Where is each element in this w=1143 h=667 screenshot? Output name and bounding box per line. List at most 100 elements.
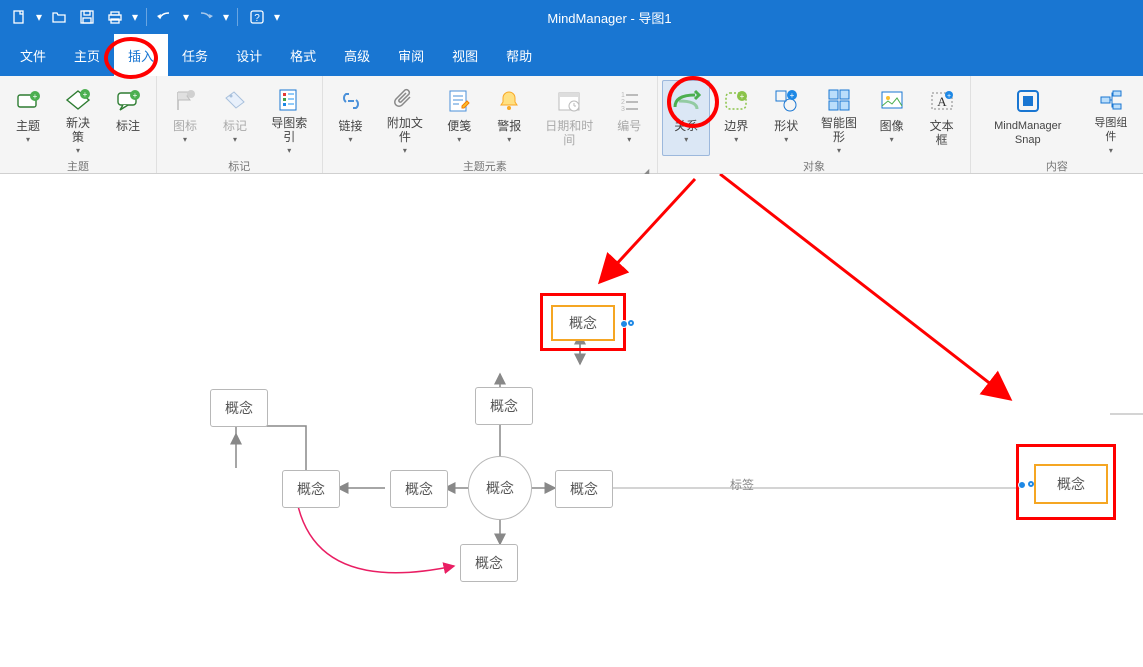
chevron-down-icon: ▾ [183,135,187,144]
mapparts-label: 导图组件 [1090,116,1132,144]
concept-node[interactable]: 概念 [555,470,613,508]
smartshape-button[interactable]: 智能图形 ▾ [812,80,865,156]
mapindex-icon [273,85,305,114]
chevron-down-icon: ▾ [26,135,30,144]
number-label: 编号 [617,119,641,133]
window-title: MindManager - 导图1 [282,8,937,27]
tab-file[interactable]: 文件 [6,34,60,76]
textbox-button[interactable]: A+ 文本框 [918,80,966,156]
smartshape-label: 智能图形 [819,116,858,144]
concept-node[interactable]: 概念 [460,544,518,582]
relation-button[interactable]: 关系 ▾ [662,80,710,156]
chevron-down-icon: ▾ [1109,146,1113,155]
concept-node[interactable]: 概念 [475,387,533,425]
shape-button[interactable]: + 形状 ▾ [762,80,810,156]
undo-button[interactable] [153,5,179,29]
tab-help[interactable]: 帮助 [492,34,546,76]
topic-label: 主题 [16,119,40,133]
new-file-button[interactable] [6,5,32,29]
selected-concept-node[interactable]: 概念 [1034,464,1108,504]
icon-button[interactable]: 图标 ▾ [161,80,209,156]
svg-text:?: ? [254,13,260,24]
icon-label: 图标 [173,119,197,133]
ribbon-group-mark: 图标 ▾ 标记 ▾ 导图索引 ▾ 标记 [157,76,323,173]
callout-label: 标注 [116,119,140,133]
chevron-down-icon: ▾ [233,135,237,144]
snap-button[interactable]: MindManager Snap [975,80,1081,156]
selected-concept-node[interactable]: 概念 [551,305,615,341]
note-label: 便笺 [447,119,471,133]
callout-button[interactable]: + 标注 [104,80,152,156]
print-button[interactable] [102,5,128,29]
snap-icon [1012,85,1044,117]
chevron-down-icon: ▾ [627,135,631,144]
boundary-button[interactable]: + 边界 ▾ [712,80,760,156]
connection-handle[interactable] [1018,481,1026,489]
concept-node[interactable]: 概念 [282,470,340,508]
numberlist-icon: 123 [613,85,645,117]
paperclip-icon [389,85,421,114]
image-button[interactable]: 图像 ▾ [868,80,916,156]
datetime-button[interactable]: 日期和时间 [535,80,603,156]
shapes-icon: + [770,85,802,117]
textbox-label: 文本框 [925,119,959,147]
chevron-down-icon: ▾ [403,146,407,155]
boundary-icon: + [720,85,752,117]
concept-node[interactable]: 概念 [210,389,268,427]
concept-node[interactable]: 概念 [390,470,448,508]
help-button[interactable]: ? [244,5,270,29]
note-icon [443,85,475,117]
svg-text:1: 1 [621,92,625,99]
chevron-down-icon: ▾ [684,135,688,144]
save-button[interactable] [74,5,100,29]
link-label: 链接 [339,119,363,133]
dropdown-icon[interactable]: ▾ [181,10,191,24]
svg-text:+: + [133,91,138,100]
tag-button[interactable]: 标记 ▾ [211,80,259,156]
chevron-down-icon: ▾ [287,146,291,155]
alert-button[interactable]: 警报 ▾ [485,80,533,156]
tab-format[interactable]: 格式 [276,34,330,76]
link-icon [335,85,367,117]
dropdown-icon[interactable]: ▾ [34,10,44,24]
tab-task[interactable]: 任务 [168,34,222,76]
tab-review[interactable]: 审阅 [384,34,438,76]
dropdown-icon[interactable]: ▾ [221,10,231,24]
mapparts-icon [1095,85,1127,114]
edge-label[interactable]: 标签 [730,476,754,493]
topic-button[interactable]: + 主题 ▾ [4,80,52,156]
note-button[interactable]: 便笺 ▾ [435,80,483,156]
dropdown-icon[interactable]: ▾ [272,10,282,24]
attach-label: 附加文件 [384,116,427,144]
mapparts-button[interactable]: 导图组件 ▾ [1083,80,1139,156]
tab-home[interactable]: 主页 [60,34,114,76]
open-button[interactable] [46,5,72,29]
central-concept-node[interactable]: 概念 [468,456,532,520]
svg-text:+: + [33,92,38,101]
snap-label: MindManager Snap [982,119,1074,147]
image-icon [876,85,908,117]
tab-view[interactable]: 视图 [438,34,492,76]
connection-handle[interactable] [1028,481,1034,487]
mapindex-button[interactable]: 导图索引 ▾ [261,80,318,156]
link-button[interactable]: 链接 ▾ [327,80,375,156]
svg-text:+: + [790,91,795,100]
svg-text:3: 3 [621,106,625,113]
newdecision-button[interactable]: + 新决策 ▾ [54,80,102,156]
chevron-down-icon: ▾ [784,135,788,144]
connection-handle[interactable] [628,320,634,326]
chevron-down-icon: ▾ [890,135,894,144]
connection-handle[interactable] [620,320,628,328]
dropdown-icon[interactable]: ▾ [130,10,140,24]
tab-design[interactable]: 设计 [222,34,276,76]
smartshape-icon [823,85,855,114]
tab-advanced[interactable]: 高级 [330,34,384,76]
attach-button[interactable]: 附加文件 ▾ [377,80,434,156]
mindmap-canvas[interactable]: 概念 概念 概念 概念 概念 概念 概念 概念 概念 标签 [0,174,1143,667]
tab-insert[interactable]: 插入 [114,34,168,76]
newdecision-label: 新决策 [61,116,95,144]
redo-button[interactable] [193,5,219,29]
ribbon-group-topic: + 主题 ▾ + 新决策 ▾ + 标注 主题 [0,76,157,173]
number-button[interactable]: 123 编号 ▾ [605,80,653,156]
chevron-down-icon: ▾ [76,146,80,155]
